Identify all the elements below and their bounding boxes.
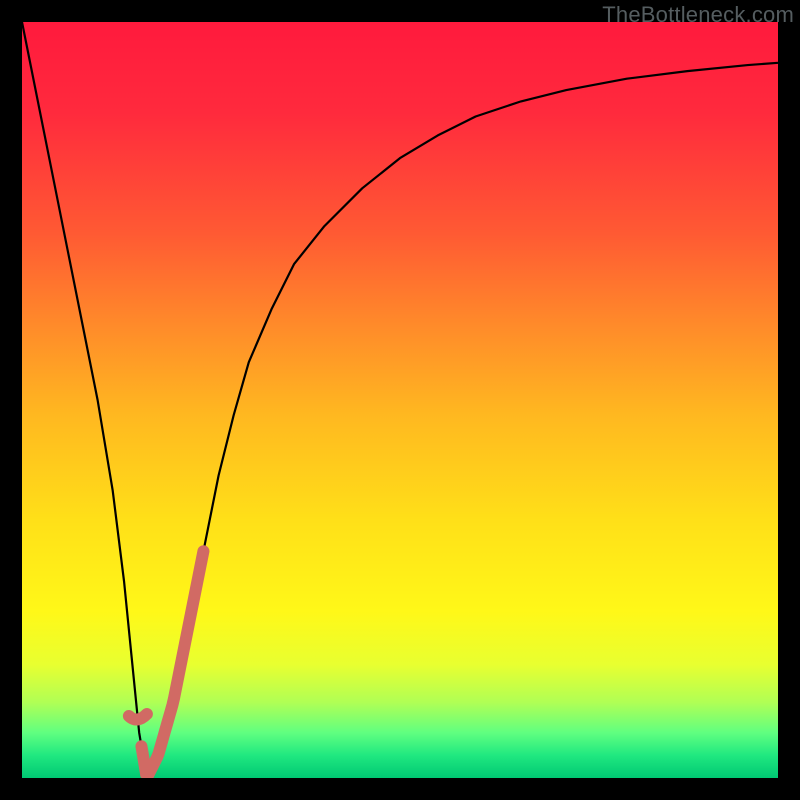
plot-area xyxy=(22,22,778,778)
chart-frame: TheBottleneck.com xyxy=(0,0,800,800)
chart-canvas xyxy=(22,22,778,778)
bottleneck-curve xyxy=(22,22,778,778)
watermark-text: TheBottleneck.com xyxy=(602,2,794,28)
highlight-segment xyxy=(141,551,203,776)
highlight-hook xyxy=(129,714,147,720)
